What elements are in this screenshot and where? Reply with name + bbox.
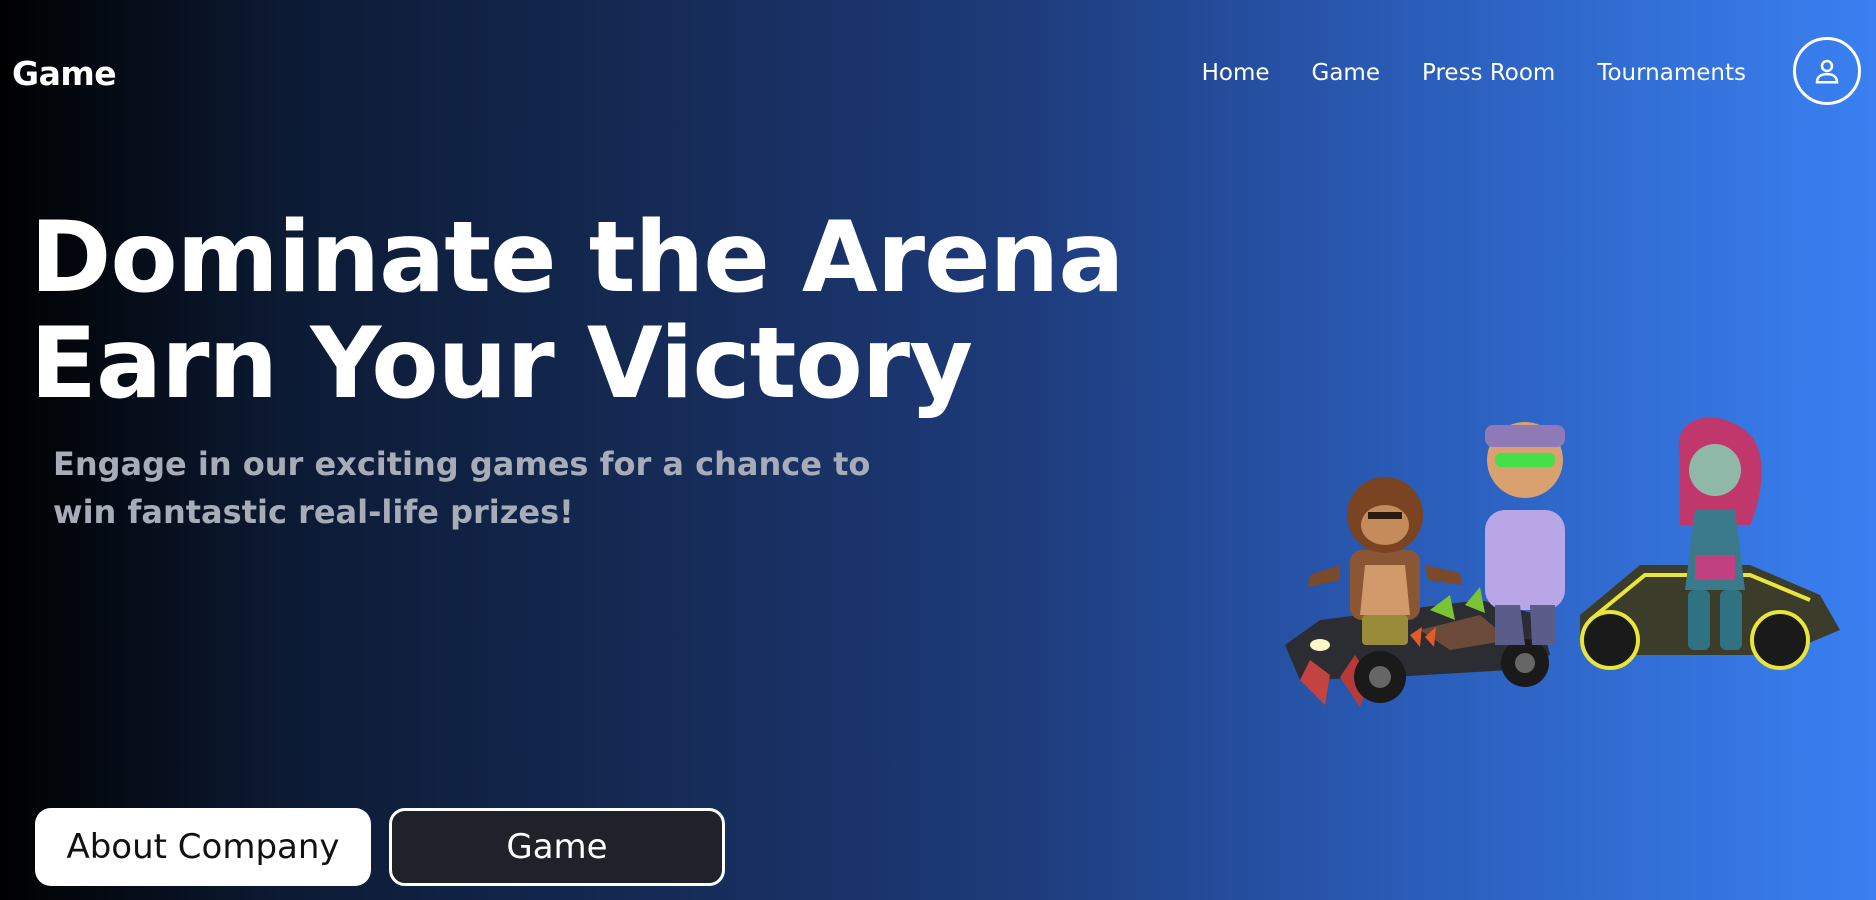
- hero-title-line-1: Dominate the Arena: [30, 201, 1124, 315]
- nav-item-home[interactable]: Home: [1202, 60, 1270, 86]
- main-nav: Home Game Press Room Tournaments: [1202, 60, 1746, 86]
- nav-item-game[interactable]: Game: [1312, 60, 1380, 86]
- profile-button[interactable]: [1793, 37, 1861, 105]
- user-icon: [1815, 59, 1839, 84]
- characters-with-karts-illustration: [1285, 417, 1840, 707]
- about-company-button[interactable]: About Company: [35, 808, 371, 886]
- nav-item-press-room[interactable]: Press Room: [1422, 60, 1555, 86]
- hero-subtitle: Engage in our exciting games for a chanc…: [53, 445, 871, 531]
- hero-title-line-2: Earn Your Victory: [30, 307, 973, 421]
- hero-title: Dominate the Arena Earn Your Victory: [30, 201, 1124, 421]
- game-button[interactable]: Game: [389, 808, 725, 886]
- nav-item-tournaments[interactable]: Tournaments: [1597, 60, 1746, 86]
- brand-logo[interactable]: Game: [12, 54, 117, 93]
